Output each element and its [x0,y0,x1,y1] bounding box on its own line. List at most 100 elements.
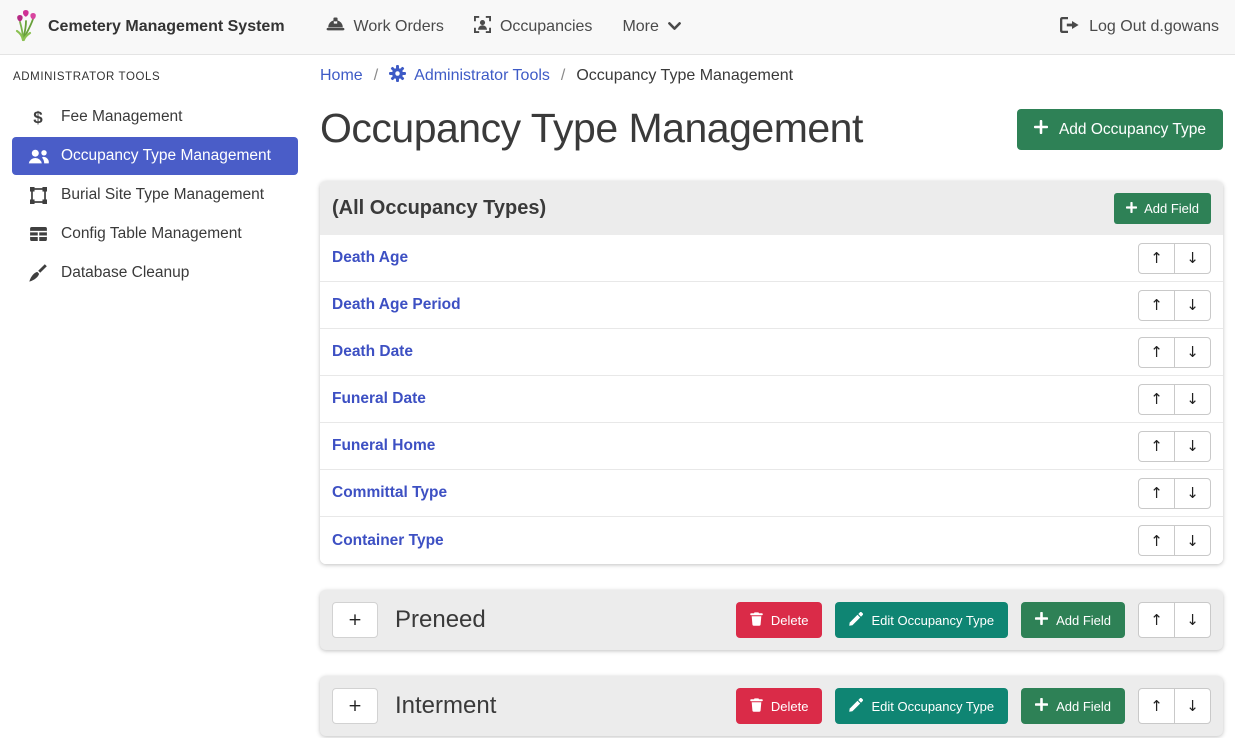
field-link[interactable]: Container Type [332,532,444,550]
main-content: Home / Administrator Tool [310,55,1235,738]
field-link[interactable]: Committal Type [332,484,447,502]
app-title: Cemetery Management System [48,18,285,36]
chevron-down-icon [668,18,681,36]
nav-item-label: Work Orders [354,18,444,36]
sidebar-item-occupancy-type-management[interactable]: Occupancy Type Management [12,137,298,175]
delete-label: Delete [771,699,809,714]
delete-button[interactable]: Delete [736,688,823,724]
field-link[interactable]: Funeral Home [332,437,435,455]
edit-occupancy-type-label: Edit Occupancy Type [871,613,994,628]
breadcrumb-home-link[interactable]: Home [320,67,363,85]
move-down-button[interactable]: ↓ [1174,337,1211,368]
breadcrumb-separator: / [374,67,378,85]
field-link[interactable]: Death Date [332,343,413,361]
move-down-button[interactable]: ↓ [1174,525,1211,556]
move-down-button[interactable]: ↓ [1174,243,1211,274]
move-down-button[interactable]: ↓ [1174,688,1211,724]
logout-icon [1060,17,1079,38]
move-down-button[interactable]: ↓ [1174,602,1211,638]
sidebar-item-label: Occupancy Type Management [61,147,271,165]
all-occupancy-types-card: (All Occupancy Types) Add Field Death Ag… [320,181,1223,564]
portrait-frame-icon [474,16,491,38]
sidebar-section-header: ADMINISTRATOR TOOLS [0,61,310,97]
reorder-controls: ↑ ↓ [1138,431,1211,462]
field-row: Container Type ↑ ↓ [320,517,1223,564]
add-occupancy-type-label: Add Occupancy Type [1059,121,1206,139]
field-row: Funeral Date ↑ ↓ [320,376,1223,423]
field-link[interactable]: Death Age Period [332,296,461,314]
occupancy-type-section-interment: + Interment Delete [320,676,1223,736]
move-down-button[interactable]: ↓ [1174,290,1211,321]
pencil-icon [849,612,863,629]
field-link[interactable]: Death Age [332,249,408,267]
move-down-button[interactable]: ↓ [1174,384,1211,415]
breadcrumb-admin-tools-link[interactable]: Administrator Tools [389,65,550,87]
page-title: Occupancy Type Management [320,99,863,157]
logout-link[interactable]: Log Out d.gowans [1060,17,1221,38]
expand-button[interactable]: + [332,688,378,724]
reorder-controls: ↑ ↓ [1138,478,1211,509]
move-up-button[interactable]: ↑ [1138,384,1175,415]
add-field-button[interactable]: Add Field [1021,602,1125,638]
sidebar-item-config-table-management[interactable]: Config Table Management [12,215,298,253]
sidebar-item-label: Burial Site Type Management [61,186,264,204]
sidebar-item-database-cleanup[interactable]: Database Cleanup [12,254,298,292]
all-occupancy-types-header: (All Occupancy Types) Add Field [320,181,1223,235]
breadcrumb-current: Occupancy Type Management [576,67,793,85]
reorder-controls: ↑ ↓ [1138,384,1211,415]
delete-label: Delete [771,613,809,628]
users-icon [26,149,50,164]
trash-icon [750,698,763,715]
field-row: Death Age Period ↑ ↓ [320,282,1223,329]
field-link[interactable]: Funeral Date [332,390,426,408]
plus-icon [1035,612,1048,628]
field-row: Funeral Home ↑ ↓ [320,423,1223,470]
move-up-button[interactable]: ↑ [1138,290,1175,321]
add-field-button[interactable]: Add Field [1021,688,1125,724]
pencil-icon [849,698,863,715]
field-row: Committal Type ↑ ↓ [320,470,1223,517]
sidebar-item-fee-management[interactable]: $ Fee Management [12,98,298,136]
reorder-controls: ↑ ↓ [1138,337,1211,368]
nav-item-work-orders[interactable]: Work Orders [311,0,459,55]
reorder-controls: ↑ ↓ [1138,290,1211,321]
expand-button[interactable]: + [332,602,378,638]
nav-item-more[interactable]: More [607,0,695,55]
add-field-button[interactable]: Add Field [1114,193,1211,224]
delete-button[interactable]: Delete [736,602,823,638]
move-up-button[interactable]: ↑ [1138,431,1175,462]
reorder-controls: ↑ ↓ [1138,602,1211,638]
top-navbar: Cemetery Management System Work Orders O… [0,0,1235,55]
add-occupancy-type-button[interactable]: Add Occupancy Type [1017,109,1223,150]
section-title: Interment [395,692,496,720]
table-icon [26,227,50,241]
move-up-button[interactable]: ↑ [1138,243,1175,274]
add-field-label: Add Field [1056,613,1111,628]
plus-icon [1126,201,1137,216]
move-up-button[interactable]: ↑ [1138,478,1175,509]
move-up-button[interactable]: ↑ [1138,337,1175,368]
sidebar-item-label: Config Table Management [61,225,242,243]
nav-item-label: More [622,18,658,36]
nav-item-label: Occupancies [500,18,593,36]
move-down-button[interactable]: ↓ [1174,431,1211,462]
sidebar-item-burial-site-type-management[interactable]: Burial Site Type Management [12,176,298,214]
move-down-button[interactable]: ↓ [1174,478,1211,509]
all-occupancy-types-title: (All Occupancy Types) [332,197,546,220]
nav-item-occupancies[interactable]: Occupancies [459,0,608,55]
reorder-controls: ↑ ↓ [1138,243,1211,274]
edit-occupancy-type-button[interactable]: Edit Occupancy Type [835,602,1008,638]
brand-home-link[interactable]: Cemetery Management System [14,8,285,47]
dollar-icon: $ [26,109,50,126]
move-up-button[interactable]: ↑ [1138,688,1175,724]
edit-occupancy-type-button[interactable]: Edit Occupancy Type [835,688,1008,724]
reorder-controls: ↑ ↓ [1138,525,1211,556]
reorder-controls: ↑ ↓ [1138,688,1211,724]
move-up-button[interactable]: ↑ [1138,525,1175,556]
logout-label: Log Out d.gowans [1089,18,1219,36]
section-title: Preneed [395,606,486,634]
plus-icon [1034,120,1048,139]
move-up-button[interactable]: ↑ [1138,602,1175,638]
gear-icon [389,65,406,87]
sidebar-item-label: Fee Management [61,108,183,126]
